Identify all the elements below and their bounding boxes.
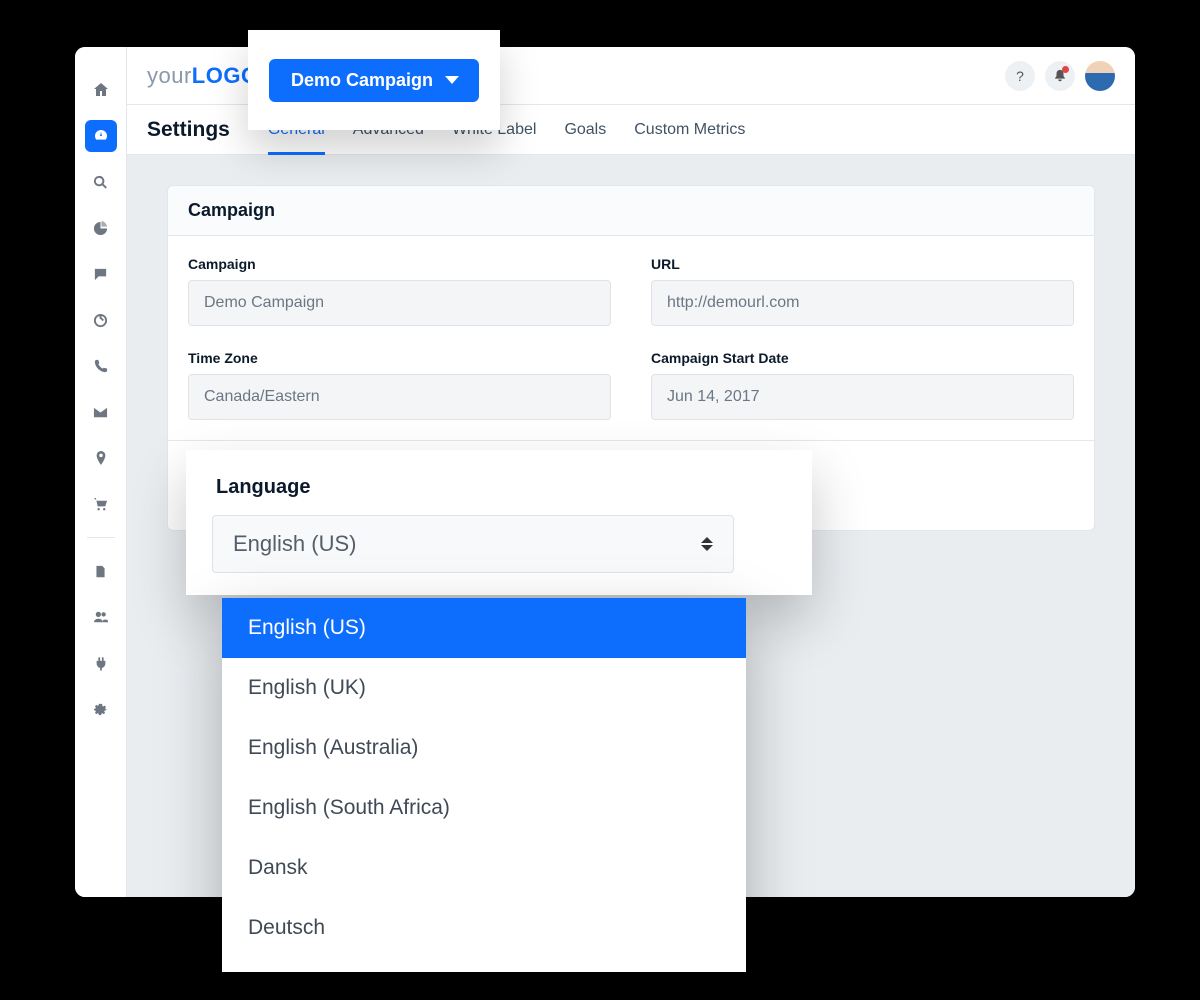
- campaign-input[interactable]: [188, 280, 611, 326]
- start-label: Campaign Start Date: [651, 350, 1074, 366]
- pin-icon[interactable]: [85, 442, 117, 474]
- language-option[interactable]: English (UK): [222, 658, 746, 718]
- language-dropdown: English (US) English (UK) English (Austr…: [222, 598, 746, 972]
- target-icon[interactable]: [85, 304, 117, 336]
- chevron-down-icon: [445, 76, 459, 84]
- language-selected-text: English (US): [233, 531, 356, 557]
- start-input[interactable]: [651, 374, 1074, 420]
- tab-custommetrics[interactable]: Custom Metrics: [634, 105, 745, 154]
- tz-input[interactable]: [188, 374, 611, 420]
- campaign-selector-panel: Demo Campaign: [248, 30, 500, 130]
- help-label: ?: [1016, 68, 1024, 84]
- url-label: URL: [651, 256, 1074, 272]
- logo-first: your: [147, 63, 192, 88]
- language-option[interactable]: English (Australia): [222, 718, 746, 778]
- piechart-icon[interactable]: [85, 212, 117, 244]
- select-arrows-icon: [701, 537, 713, 551]
- card-title: Campaign: [168, 186, 1094, 236]
- home-icon[interactable]: [85, 74, 117, 106]
- field-campaign: Campaign: [188, 256, 611, 326]
- file-icon[interactable]: [85, 555, 117, 587]
- gear-icon[interactable]: [85, 693, 117, 725]
- avatar[interactable]: [1085, 61, 1115, 91]
- campaign-selector-button[interactable]: Demo Campaign: [269, 59, 479, 102]
- language-option[interactable]: English (US): [222, 598, 746, 658]
- search-icon[interactable]: [85, 166, 117, 198]
- field-startdate: Campaign Start Date: [651, 350, 1074, 420]
- cart-icon[interactable]: [85, 488, 117, 520]
- campaign-selector-label: Demo Campaign: [291, 70, 433, 91]
- mail-icon[interactable]: [85, 396, 117, 428]
- language-option[interactable]: Dansk: [222, 838, 746, 898]
- language-select[interactable]: English (US): [212, 515, 734, 573]
- language-label: Language: [216, 476, 786, 499]
- plug-icon[interactable]: [85, 647, 117, 679]
- help-button[interactable]: ?: [1005, 61, 1035, 91]
- notification-dot: [1062, 66, 1069, 73]
- tz-label: Time Zone: [188, 350, 611, 366]
- field-url: URL: [651, 256, 1074, 326]
- field-timezone: Time Zone: [188, 350, 611, 420]
- campaign-label: Campaign: [188, 256, 611, 272]
- language-panel: Language English (US): [186, 450, 812, 595]
- page-title: Settings: [147, 118, 230, 142]
- logo: yourLOGO: [147, 63, 259, 89]
- tab-goals[interactable]: Goals: [564, 105, 606, 154]
- sidebar-divider: [87, 537, 115, 538]
- language-option[interactable]: Deutsch: [222, 898, 746, 958]
- icon-sidebar: [75, 47, 127, 897]
- language-option[interactable]: English (South Africa): [222, 778, 746, 838]
- url-input[interactable]: [651, 280, 1074, 326]
- phone-icon[interactable]: [85, 350, 117, 382]
- chat-icon[interactable]: [85, 258, 117, 290]
- dashboard-icon[interactable]: [85, 120, 117, 152]
- bell-icon[interactable]: [1045, 61, 1075, 91]
- users-icon[interactable]: [85, 601, 117, 633]
